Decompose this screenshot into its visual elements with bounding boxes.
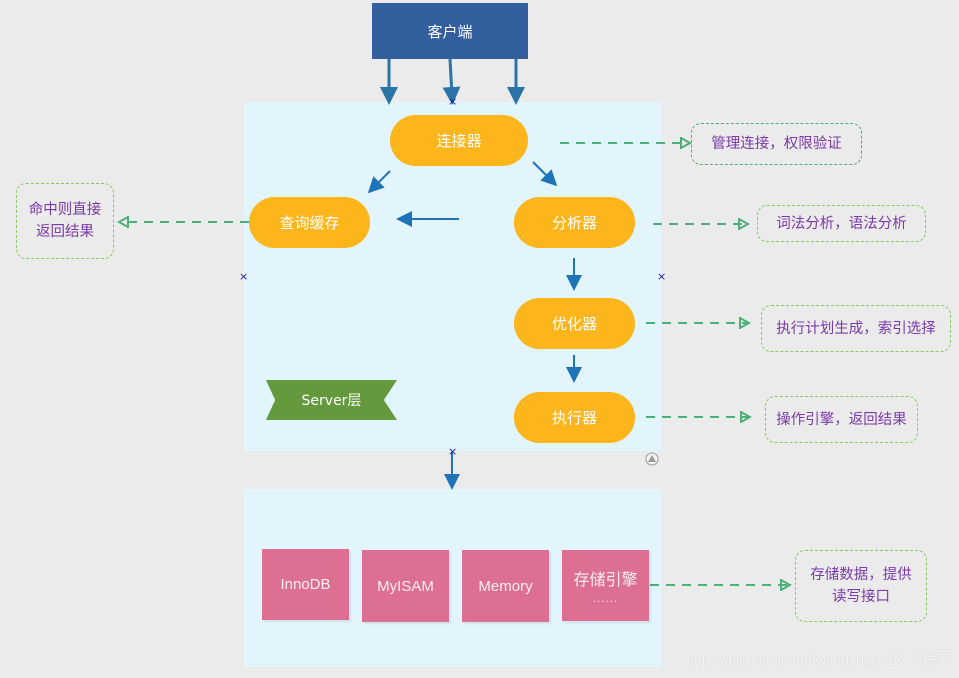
connector-node[interactable]: 连接器: [390, 115, 528, 166]
engine-innodb[interactable]: InnoDB: [262, 549, 349, 620]
anchor-x-marker[interactable]: ×: [657, 271, 666, 282]
note-connector: 管理连接，权限验证: [691, 123, 862, 165]
executor-node[interactable]: 执行器: [514, 392, 635, 443]
note-executor-text: 操作引擎，返回结果: [776, 411, 907, 428]
engine-myisam-label: MyISAM: [377, 577, 434, 595]
watermark: https://blog.csdn.net/wangyu@51CTO博客: [686, 652, 951, 668]
note-executor: 操作引擎，返回结果: [765, 396, 918, 443]
analyzer-node[interactable]: 分析器: [514, 197, 635, 248]
executor-label: 执行器: [551, 409, 597, 427]
arrow-connector-to-analyzer: [532, 161, 558, 187]
client-label: 客户端: [427, 22, 473, 41]
client-node[interactable]: 客户端: [372, 3, 528, 59]
engine-more-ellipsis: ......: [592, 594, 619, 605]
server-layer-tag: Server层: [266, 380, 397, 420]
anchor-x-marker[interactable]: ×: [239, 271, 248, 282]
optimizer-label: 优化器: [551, 315, 597, 333]
note-connector-text: 管理连接，权限验证: [711, 136, 842, 152]
client-arrow-2: [442, 58, 461, 105]
anchor-x-marker[interactable]: ×: [448, 96, 457, 107]
note-analyzer: 词法分析，语法分析: [757, 205, 926, 242]
note-engine-line1: 存储数据，提供: [810, 567, 912, 583]
anchor-x-marker[interactable]: ×: [448, 446, 457, 457]
query-cache-node[interactable]: 查询缓存: [249, 197, 370, 248]
note-engine-line2: 读写接口: [832, 589, 890, 605]
analyzer-label: 分析器: [551, 214, 597, 232]
note-engine: 存储数据，提供 读写接口: [795, 550, 927, 622]
note-query-cache-line1: 命中则直接: [28, 202, 102, 218]
connector-label: 连接器: [436, 132, 482, 150]
note-query-cache-line2: 返回结果: [36, 224, 94, 240]
engine-more[interactable]: 存储引擎 ......: [562, 550, 649, 621]
query-cache-label: 查询缓存: [279, 214, 340, 232]
engine-memory[interactable]: Memory: [462, 550, 549, 622]
optimizer-node[interactable]: 优化器: [514, 298, 635, 349]
engine-innodb-label: InnoDB: [280, 576, 331, 593]
server-layer-label: Server层: [301, 393, 362, 409]
note-query-cache: 命中则直接 返回结果: [16, 183, 114, 259]
engine-myisam[interactable]: MyISAM: [362, 550, 449, 622]
note-optimizer-text: 执行计划生成，索引选择: [776, 320, 936, 337]
arrow-connector-to-cache: [367, 170, 391, 194]
engine-memory-label: Memory: [478, 577, 533, 595]
note-optimizer: 执行计划生成，索引选择: [761, 305, 951, 352]
note-analyzer-text: 词法分析，语法分析: [776, 215, 907, 232]
engine-more-label: 存储引擎: [573, 570, 638, 589]
